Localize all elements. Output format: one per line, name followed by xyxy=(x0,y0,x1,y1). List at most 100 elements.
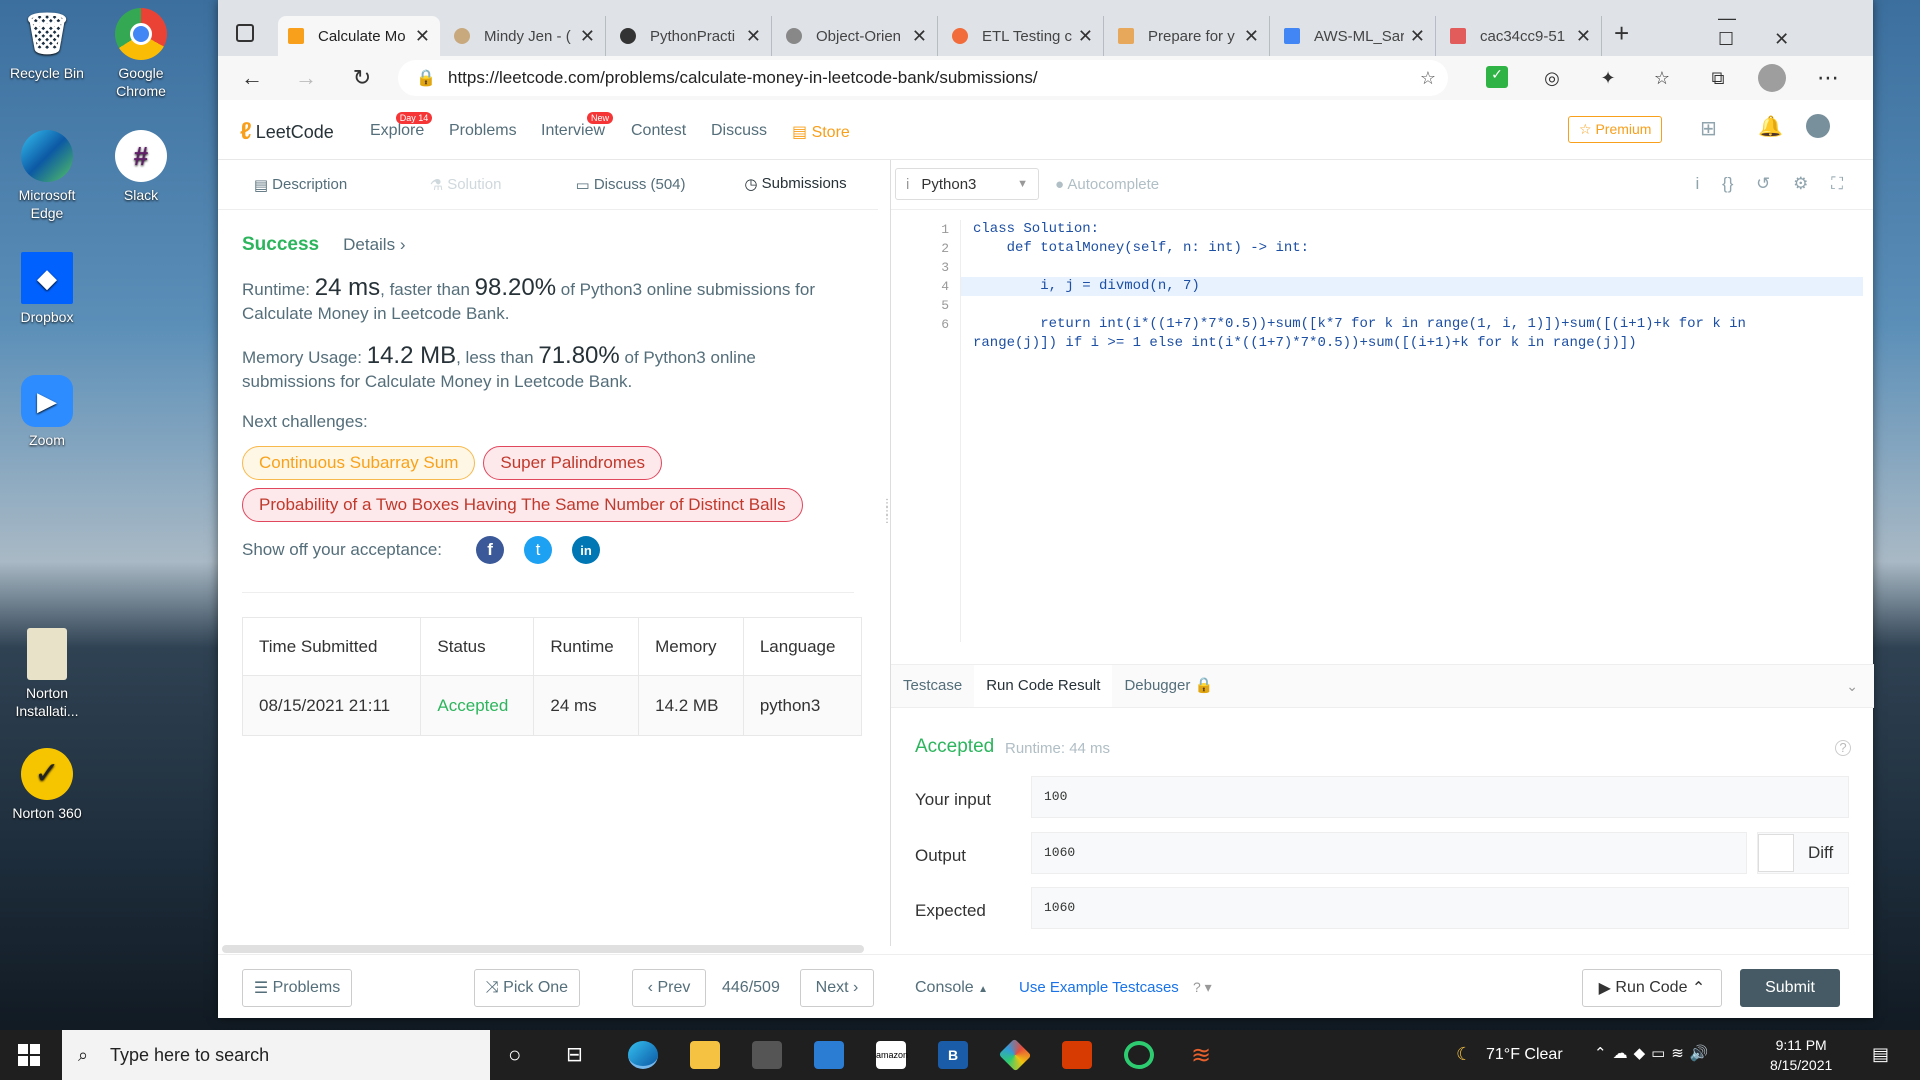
tab-4[interactable]: Object-Orien ✕ xyxy=(776,16,938,56)
close-icon[interactable]: ✕ xyxy=(1410,26,1425,47)
challenge-medium[interactable]: Continuous Subarray Sum xyxy=(242,446,476,480)
store-icon[interactable] xyxy=(752,1041,782,1069)
collapse-icon[interactable]: ⌄ xyxy=(1846,665,1874,707)
weather-text[interactable]: 71°F Clear xyxy=(1486,1046,1563,1064)
submit-button[interactable]: Submit xyxy=(1740,969,1840,1007)
next-button[interactable]: Next › xyxy=(800,969,874,1007)
example-testcases-link[interactable]: Use Example Testcases xyxy=(1019,979,1179,996)
close-icon[interactable]: ✕ xyxy=(746,26,761,47)
problems-button[interactable]: ☰ Problems xyxy=(242,969,352,1007)
url-field[interactable]: 🔒 https://leetcode.com/problems/calculate… xyxy=(398,60,1448,96)
tab-5[interactable]: ETL Testing c ✕ xyxy=(942,16,1104,56)
taskbar-search[interactable]: ⌕ Type here to search xyxy=(62,1030,490,1080)
user-avatar[interactable] xyxy=(1806,114,1830,138)
back-icon[interactable]: ← xyxy=(232,58,272,98)
editor-tools[interactable]: i {} ↺ ⚙ ⛶ xyxy=(1696,174,1843,194)
console-button[interactable]: Console ▲ xyxy=(915,979,988,997)
desktop-icon-chrome[interactable]: Google Chrome xyxy=(100,8,182,100)
tab-discuss[interactable]: ▭ Discuss (504) xyxy=(548,160,713,209)
pick-one-button[interactable]: ⤨ Pick One xyxy=(474,969,580,1007)
desktop-icon-recycle-bin[interactable]: 🗑 Recycle Bin xyxy=(6,8,88,82)
tab-submissions[interactable]: ◷ Submissions xyxy=(713,160,878,209)
nav-problems[interactable]: Problems xyxy=(449,122,517,140)
tab-3[interactable]: PythonPracti ✕ xyxy=(610,16,772,56)
nav-contest[interactable]: Contest xyxy=(631,122,686,140)
amazon-icon[interactable]: amazon xyxy=(876,1041,908,1069)
table-row[interactable]: 08/15/2021 21:11 Accepted 24 ms 14.2 MB pyth… xyxy=(241,675,863,736)
app-b-icon[interactable]: B xyxy=(938,1041,968,1069)
premium-button[interactable]: ☆ Premium xyxy=(1568,116,1663,143)
horizontal-scrollbar[interactable] xyxy=(222,945,864,953)
desktop-icon-edge[interactable]: Microsoft Edge xyxy=(6,130,88,222)
fullscreen-icon[interactable]: ⛶ xyxy=(1831,174,1843,193)
notifications-icon[interactable]: ▤ xyxy=(1872,1044,1889,1065)
tab-run-code-result[interactable]: Run Code Result xyxy=(974,665,1113,707)
tab-6[interactable]: Prepare for y ✕ xyxy=(1108,16,1270,56)
close-icon[interactable]: ✕ xyxy=(912,26,927,47)
bell-icon[interactable]: 🔔 xyxy=(1758,114,1783,139)
help-icon[interactable]: ? xyxy=(1835,740,1851,756)
desktop-icon-dropbox[interactable]: ◆ Dropbox xyxy=(6,252,88,326)
cortana-icon[interactable]: ○ xyxy=(508,1042,521,1068)
tab-actions-icon[interactable] xyxy=(236,24,254,42)
autocomplete-toggle[interactable]: ● Autocomplete xyxy=(1055,176,1159,193)
code-editor[interactable]: 1 2 3 4 5 6 class Solution: def totalMon… xyxy=(891,220,1874,642)
tab-7[interactable]: AWS-ML_Sar ✕ xyxy=(1274,16,1436,56)
app-diamond-icon[interactable] xyxy=(998,1038,1032,1072)
favorite-add-icon[interactable]: ☆ xyxy=(1420,68,1436,89)
facebook-icon[interactable]: f xyxy=(476,536,505,564)
tab-solution[interactable]: ⚗ Solution xyxy=(383,160,548,209)
playground-icon[interactable]: ⊞ xyxy=(1700,116,1717,141)
windows-start-icon[interactable] xyxy=(18,1044,40,1066)
refresh-icon[interactable]: ↻ xyxy=(342,58,382,98)
system-tray-icons[interactable]: ⌃☁◆▭≋🔊 xyxy=(1594,1044,1715,1062)
language-select[interactable]: i Python3 ▼ xyxy=(895,168,1039,200)
desktop-icon-norton-360[interactable]: ✓ Norton 360 xyxy=(6,748,88,822)
nav-explore[interactable]: Explore Day 14 xyxy=(370,112,433,140)
nav-interview[interactable]: Interview New xyxy=(541,112,614,140)
favorites-icon[interactable]: ☆ xyxy=(1642,58,1682,98)
tab-testcase[interactable]: Testcase xyxy=(891,665,974,707)
leetcode-logo[interactable]: ℓ LeetCode xyxy=(240,118,334,146)
mail-icon[interactable] xyxy=(814,1041,844,1069)
file-explorer-icon[interactable] xyxy=(690,1041,720,1069)
collections-icon[interactable]: ⧉ xyxy=(1698,58,1738,98)
forward-icon[interactable]: → xyxy=(286,58,326,98)
accepted-status[interactable]: Accepted xyxy=(420,675,535,736)
close-icon[interactable]: ✕ xyxy=(415,26,430,47)
nav-discuss[interactable]: Discuss xyxy=(711,122,767,140)
linkedin-icon[interactable]: in xyxy=(572,536,601,564)
extension-check-icon[interactable]: ✓ xyxy=(1486,66,1508,88)
app-orange-icon[interactable]: ≋ xyxy=(1186,1041,1216,1069)
app-ring-icon[interactable] xyxy=(1124,1041,1154,1069)
challenge-hard-2[interactable]: Probability of a Two Boxes Having The Sa… xyxy=(242,488,803,522)
profile-avatar[interactable] xyxy=(1758,64,1786,92)
braces-icon[interactable]: {} xyxy=(1722,174,1733,193)
help-dropdown-icon[interactable]: ? ▾ xyxy=(1193,979,1212,996)
tab-2[interactable]: Mindy Jen - (✕ xyxy=(444,16,606,56)
desktop-icon-norton-install[interactable]: Norton Installati... xyxy=(6,628,88,720)
clock[interactable]: 9:11 PM 8/15/2021 xyxy=(1770,1035,1832,1075)
settings-icon[interactable]: ⚙ xyxy=(1793,174,1808,193)
desktop-icon-slack[interactable]: # Slack xyxy=(100,130,182,204)
twitter-icon[interactable]: t xyxy=(524,536,553,564)
tab-debugger[interactable]: Debugger 🔒 xyxy=(1112,665,1225,707)
new-tab-icon[interactable]: + xyxy=(1614,18,1629,49)
reset-icon[interactable]: ↺ xyxy=(1756,174,1770,193)
run-code-button[interactable]: ▶ Run Code ⌃ xyxy=(1582,969,1722,1007)
prev-button[interactable]: ‹ Prev xyxy=(632,969,706,1007)
tab-description[interactable]: ▤ Description xyxy=(218,160,383,209)
panel-resize-handle[interactable]: ⋮ ⋮ ⋮ xyxy=(882,499,892,560)
tab-8[interactable]: cac34cc9-51 ✕ xyxy=(1440,16,1602,56)
info-icon[interactable]: i xyxy=(1696,174,1700,193)
diff-toggle[interactable]: Diff xyxy=(1757,832,1849,874)
tab-leetcode[interactable]: Calculate Mo ✕ xyxy=(278,16,440,56)
more-icon[interactable]: ⋯ xyxy=(1808,58,1848,98)
task-view-icon[interactable]: ⊟ xyxy=(566,1042,583,1067)
challenge-hard[interactable]: Super Palindromes xyxy=(483,446,662,480)
desktop-icon-zoom[interactable]: ▶ Zoom xyxy=(6,375,88,449)
edge-taskbar-icon[interactable] xyxy=(628,1041,658,1069)
extension-icon[interactable]: ◎ xyxy=(1532,58,1572,98)
details-link[interactable]: Details › xyxy=(343,235,405,255)
diff-switch[interactable] xyxy=(1758,834,1794,872)
